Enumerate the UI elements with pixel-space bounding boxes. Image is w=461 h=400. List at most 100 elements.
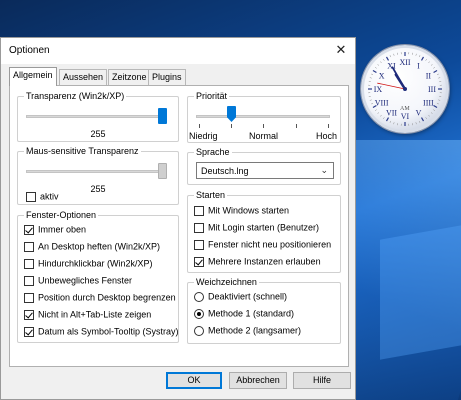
clock-tick (377, 112, 380, 114)
window-option-checkbox[interactable] (24, 275, 34, 286)
clock-tick (380, 114, 382, 117)
language-select[interactable]: Deutsch.lng ⌄ (196, 162, 334, 179)
clock-tick (438, 99, 441, 101)
ok-button[interactable]: OK (166, 372, 222, 389)
mouse-transparency-slider-thumb[interactable] (158, 163, 167, 179)
window-option-checkbox[interactable] (24, 326, 34, 337)
window-option-row[interactable]: Unbewegliches Fenster (24, 275, 132, 288)
window-option-row[interactable]: Datum als Symbol-Tooltip (Systray) (24, 326, 179, 339)
title-bar[interactable]: Optionen ✕ (1, 38, 355, 64)
window-option-label: Immer oben (38, 224, 87, 235)
clock-tick (430, 112, 433, 114)
transparency-slider-thumb[interactable] (158, 108, 167, 124)
priority-tick (231, 124, 232, 128)
clock-tick (425, 58, 427, 61)
start-option-checkbox[interactable] (194, 239, 204, 250)
analog-clock[interactable]: XII I II III IIII V VI VII VIII IX X XI AM (361, 45, 449, 133)
chevron-down-icon[interactable]: ⌄ (320, 165, 328, 176)
tab-zeitzone[interactable]: Zeitzone (108, 69, 151, 85)
start-legend: Starten (194, 190, 228, 200)
mouse-transparency-group: Maus-sensitive Transparenz 255 aktiv (17, 146, 179, 205)
cancel-button[interactable]: Abbrechen (229, 372, 287, 389)
close-icon[interactable]: ✕ (333, 42, 349, 58)
priority-slider-track[interactable] (196, 115, 330, 118)
smoothing-option-radio[interactable] (194, 325, 204, 336)
smoothing-option-radio[interactable] (194, 291, 204, 302)
clock-numeral: II (426, 72, 432, 81)
start-option-label: Mehrere Instanzen erlauben (208, 256, 321, 267)
clock-numeral: VI (401, 112, 410, 121)
priority-slider-thumb[interactable] (227, 106, 236, 122)
priority-legend: Priorität (194, 91, 230, 101)
smoothing-option-radio[interactable] (194, 308, 204, 319)
start-option-checkbox[interactable] (194, 222, 204, 233)
start-option-checkbox[interactable] (194, 205, 204, 216)
smoothing-option-row[interactable]: Deaktiviert (schnell) (194, 291, 287, 304)
tab-aussehen[interactable]: Aussehen (59, 69, 108, 85)
window-option-label: Unbewegliches Fenster (38, 275, 133, 286)
clock-tick (428, 114, 430, 117)
priority-high-label: Hoch (316, 131, 338, 141)
clock-tick (420, 56, 425, 61)
window-option-row[interactable]: Hindurchklickbar (Win2k/XP) (24, 258, 153, 271)
clock-tick (393, 122, 395, 125)
clock-numeral: IIII (423, 99, 434, 108)
clock-tick (433, 104, 438, 109)
window-option-checkbox[interactable] (24, 309, 34, 320)
clock-tick (385, 56, 390, 61)
aktiv-checkbox[interactable] (26, 191, 36, 202)
smoothing-option-label: Deaktiviert (schnell) (208, 291, 288, 302)
start-option-row[interactable]: Mit Login starten (Benutzer) (194, 222, 319, 235)
smoothing-option-label: Methode 2 (langsamer) (208, 325, 302, 336)
clock-minute-hand (391, 66, 406, 90)
window-title: Optionen (9, 45, 50, 56)
help-button[interactable]: Hilfe (293, 372, 351, 389)
transparency-legend: Transparenz (Win2k/XP) (24, 91, 127, 101)
window-option-label: Nicht in Alt+Tab-Liste zeigen (38, 309, 152, 320)
priority-group: Priorität Niedrig Normal Hoch (187, 91, 341, 143)
window-option-row[interactable]: An Desktop heften (Win2k/XP) (24, 241, 160, 254)
window-option-row[interactable]: Position durch Desktop begrenzen (24, 292, 176, 305)
aktiv-checkbox-row[interactable]: aktiv (26, 191, 59, 204)
clock-numeral: IX (374, 85, 383, 94)
priority-tick (296, 124, 297, 128)
clock-tick (389, 55, 391, 58)
priority-normal-label: Normal (249, 131, 279, 141)
clock-tick (433, 69, 438, 74)
window-option-checkbox[interactable] (24, 241, 34, 252)
window-option-checkbox[interactable] (24, 292, 34, 303)
smoothing-option-row[interactable]: Methode 1 (standard) (194, 308, 294, 321)
window-option-checkbox[interactable] (24, 258, 34, 269)
smoothing-option-row[interactable]: Methode 2 (langsamer) (194, 325, 301, 338)
transparency-value: 255 (90, 129, 106, 139)
window-option-label: An Desktop heften (Win2k/XP) (38, 241, 161, 252)
mouse-transparency-slider-track[interactable] (26, 170, 166, 173)
clock-tick (419, 120, 421, 123)
desktop-wallpaper-pane (380, 220, 461, 360)
clock-center-pin (403, 87, 407, 91)
window-option-checkbox[interactable] (24, 224, 34, 235)
clock-tick (415, 122, 417, 125)
tab-plugins[interactable]: Plugins (148, 69, 186, 85)
start-option-label: Mit Login starten (Benutzer) (208, 222, 320, 233)
transparency-group: Transparenz (Win2k/XP) 255 (17, 91, 179, 142)
clock-tick (383, 58, 385, 61)
clock-tick (436, 103, 439, 105)
clock-tick (433, 67, 436, 69)
transparency-slider-track[interactable] (26, 115, 166, 118)
start-option-row[interactable]: Fenster nicht neu positionieren (194, 239, 331, 252)
start-option-row[interactable]: Mehrere Instanzen erlauben (194, 256, 321, 269)
start-option-row[interactable]: Mit Windows starten (194, 205, 289, 218)
start-option-checkbox[interactable] (194, 256, 204, 267)
clock-tick (377, 64, 380, 66)
window-option-row[interactable]: Immer oben (24, 224, 86, 237)
window-option-row[interactable]: Nicht in Alt+Tab-Liste zeigen (24, 309, 151, 322)
options-dialog: Optionen ✕ Allgemein Aussehen Zeitzone P… (0, 37, 356, 400)
clock-tick (369, 77, 372, 79)
smoothing-legend: Weichzeichnen (194, 277, 259, 287)
tab-allgemein[interactable]: Allgemein (9, 67, 57, 86)
clock-tick (428, 61, 430, 64)
start-group: Starten Mit Windows starten Mit Login sta… (187, 190, 341, 273)
clock-tick (374, 67, 377, 69)
window-options-group: Fenster-Optionen Immer oben An Desktop he… (17, 210, 179, 343)
